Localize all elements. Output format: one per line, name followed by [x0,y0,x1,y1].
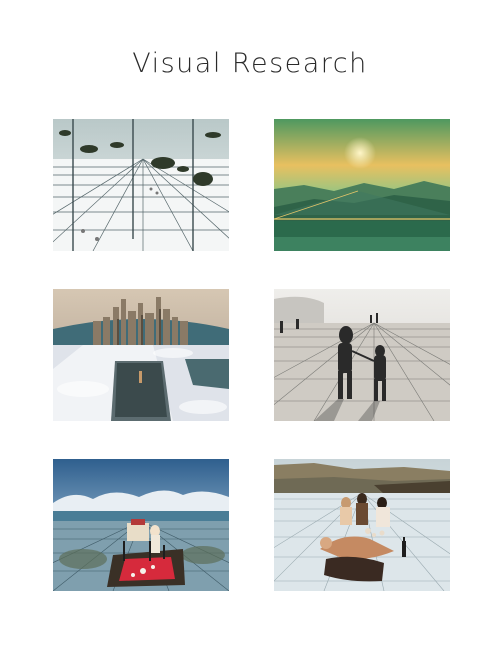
couple-on-grid-bw-image [274,289,450,421]
page-title: Visual Research [132,48,368,79]
picnic-on-grid-sea-image [53,459,229,591]
group-on-grid-cliff-image [274,459,450,591]
grid-mirror-room-image [53,119,229,251]
city-skyline-grid-image [53,289,229,421]
green-sunset-landscape-image [274,119,450,251]
